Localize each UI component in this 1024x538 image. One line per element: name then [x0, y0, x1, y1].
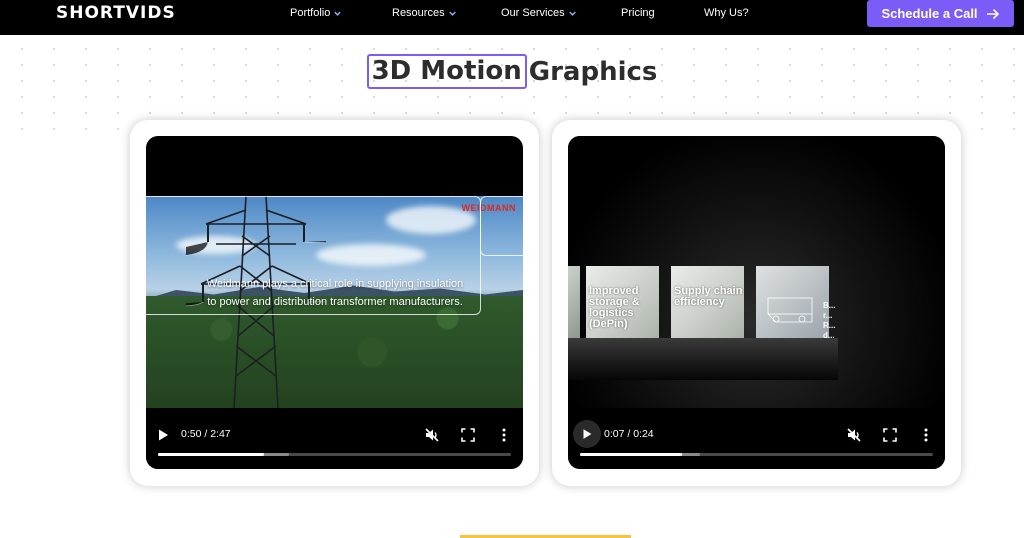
play-icon: [583, 429, 592, 439]
schedule-call-button[interactable]: Schedule a Call: [867, 0, 1014, 27]
nav-item-portfolio[interactable]: Portfolio: [290, 7, 342, 19]
cube-text: Supply chain efficiency: [674, 285, 743, 308]
caption-line: to power and distribution transformer ma…: [207, 296, 463, 308]
more-vert-icon[interactable]: [499, 427, 509, 443]
video-caption: Weidmann plays a critical role in supply…: [190, 275, 480, 311]
cube-partial: [568, 266, 580, 338]
video-time: 0:50 / 2:47: [181, 428, 231, 440]
blueprint-graphic: [767, 297, 813, 323]
top-nav: SHORTVIDS Portfolio Resources Our Servic…: [0, 0, 1024, 35]
fullscreen-icon[interactable]: [883, 428, 897, 442]
mute-icon[interactable]: [424, 427, 440, 443]
nav-item-why-us[interactable]: Why Us?: [704, 7, 749, 19]
section-title-rest: Graphics: [528, 56, 658, 87]
video-player[interactable]: Improved storage & logistics (DePin) Sup…: [568, 136, 945, 469]
video-progress-bar[interactable]: [580, 453, 933, 456]
cube-cut-text: B... r... R... d...: [823, 301, 836, 340]
nav-item-label: Why Us?: [704, 7, 749, 19]
cube-storage: Improved storage & logistics (DePin): [586, 266, 659, 338]
video-card-weidmann: WEIDMANN Weidmann plays a critical role …: [130, 120, 539, 486]
schedule-call-label: Schedule a Call: [881, 6, 978, 21]
video-progress-bar[interactable]: [158, 453, 511, 456]
chevron-down-icon: [568, 11, 576, 16]
nav-item-label: Pricing: [621, 7, 655, 19]
chevron-down-icon: [334, 11, 342, 16]
nav-item-pricing[interactable]: Pricing: [621, 7, 655, 19]
nav-item-resources[interactable]: Resources: [392, 7, 457, 19]
play-icon[interactable]: [155, 427, 171, 443]
cube-supply-chain: Supply chain efficiency: [671, 266, 744, 338]
video-time: 0:07 / 0:24: [604, 428, 654, 440]
progress-fill: [580, 453, 683, 456]
cube-text: Improved storage & logistics (DePin): [589, 285, 640, 330]
video-player[interactable]: WEIDMANN Weidmann plays a critical role …: [146, 136, 523, 469]
video-controls: 0:50 / 2:47: [146, 408, 523, 469]
reflective-floor: [568, 338, 838, 380]
nav-item-label: Our Services: [501, 7, 565, 19]
more-vert-icon[interactable]: [921, 427, 931, 443]
progress-fill: [158, 453, 264, 456]
caption-frame-accent: [480, 196, 523, 256]
cube-third: [756, 266, 829, 338]
play-button[interactable]: [573, 420, 601, 448]
section-title-highlight: 3D Motion: [366, 54, 527, 89]
arrow-right-icon: [986, 8, 999, 19]
mute-icon[interactable]: [846, 427, 862, 443]
nav-item-our-services[interactable]: Our Services: [501, 7, 577, 19]
fullscreen-icon[interactable]: [461, 428, 475, 442]
nav-item-label: Portfolio: [290, 7, 331, 19]
caption-line: Weidmann plays a critical role in supply…: [206, 278, 464, 290]
site-logo[interactable]: SHORTVIDS: [56, 3, 176, 23]
section-title: 3D Motion Graphics: [0, 54, 1024, 89]
chevron-down-icon: [448, 11, 456, 16]
video-card-depin: Improved storage & logistics (DePin) Sup…: [552, 120, 961, 486]
video-frame-cubes: Improved storage & logistics (DePin) Sup…: [568, 136, 945, 408]
nav-item-label: Resources: [392, 7, 445, 19]
video-controls: 0:07 / 0:24: [568, 408, 945, 469]
